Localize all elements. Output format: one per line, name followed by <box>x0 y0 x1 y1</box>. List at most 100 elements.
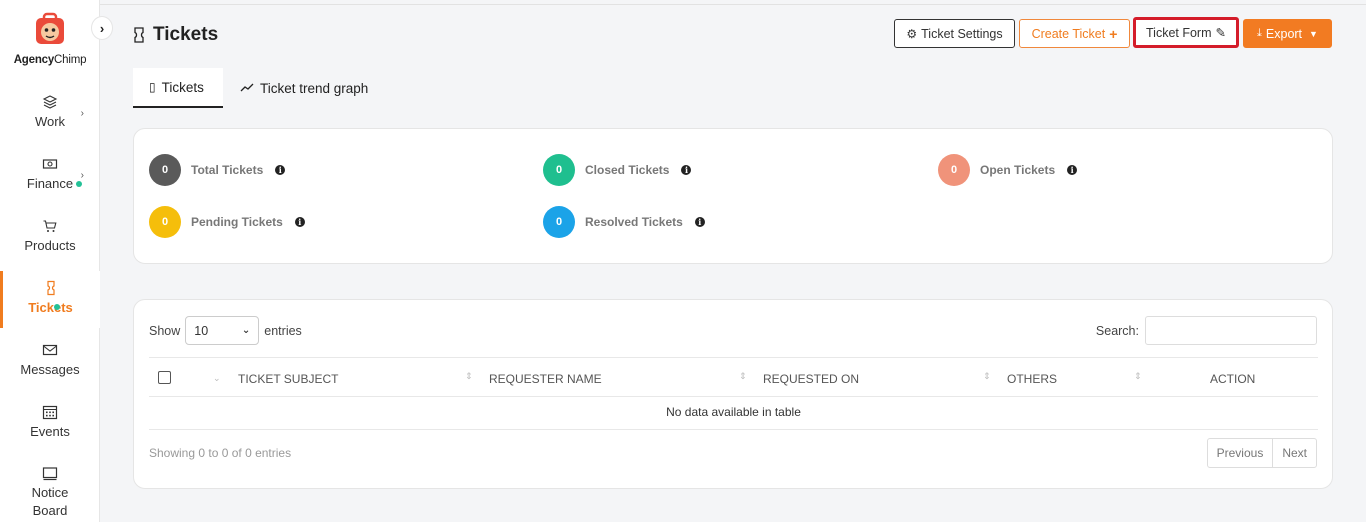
sidebar-item-label: Work <box>34 114 66 129</box>
ticket-stats-card: 0 Total Tickets i 0 Closed Tickets i 0 Ope… <box>133 128 1333 264</box>
stat-open-tickets: 0 Open Tickets i <box>938 154 1078 186</box>
chevron-down-icon: ⌄ <box>241 325 251 336</box>
chimp-logo-icon <box>36 12 64 44</box>
notification-dot <box>76 181 82 187</box>
stat-count: 0 <box>938 154 970 186</box>
show-label: Show <box>149 323 181 338</box>
table-header: ⌄ TICKET SUBJECT ⇕ REQUESTER NAME ⇕ REQU… <box>149 357 1318 397</box>
brand-name: AgencyChimp <box>13 54 87 66</box>
stat-total-tickets: 0 Total Tickets i <box>149 154 286 186</box>
cash-icon <box>42 159 58 169</box>
ticket-settings-button[interactable]: ⚙ Ticket Settings <box>894 19 1015 48</box>
page-title-text: Tickets <box>153 24 219 45</box>
info-icon[interactable]: i <box>275 165 286 175</box>
tab-tickets[interactable]: ▯ Tickets <box>133 68 223 108</box>
stat-count: 0 <box>149 206 181 238</box>
search-control: Search: <box>1096 316 1317 345</box>
column-requested-on[interactable]: REQUESTED ON <box>763 372 859 386</box>
next-button[interactable]: Next <box>1272 439 1316 467</box>
monitor-icon <box>42 467 58 481</box>
stat-count: 0 <box>149 154 181 186</box>
sort-icon[interactable]: ⇕ <box>465 371 473 382</box>
tab-label: Tickets <box>161 79 204 95</box>
notification-dot <box>54 304 60 310</box>
stat-label: Pending Tickets <box>191 215 283 229</box>
stat-label: Total Tickets <box>191 163 264 177</box>
search-label: Search: <box>1095 323 1139 338</box>
stat-label: Open Tickets <box>980 163 1056 177</box>
page-length-control: Show 10 ⌄ entries <box>149 316 302 345</box>
calendar-icon <box>42 405 58 420</box>
sidebar-item-messages[interactable]: Messages <box>0 342 100 404</box>
stat-label: Resolved Tickets <box>585 215 683 229</box>
sort-icon[interactable]: ⇕ <box>1134 371 1142 382</box>
caret-down-icon: ▼ <box>1309 28 1318 39</box>
chevron-right-icon: › <box>99 20 105 36</box>
column-ticket-subject[interactable]: TICKET SUBJECT <box>238 372 338 386</box>
chevron-right-icon: › <box>80 170 84 181</box>
button-label: Ticket Settings <box>921 26 1003 41</box>
stat-count: 0 <box>543 206 575 238</box>
create-ticket-button[interactable]: Create Ticket + <box>1019 19 1130 48</box>
sidebar-item-label: Events <box>30 424 70 439</box>
ticket-icon <box>134 27 144 43</box>
sort-icon[interactable]: ⇕ <box>983 371 991 382</box>
gear-icon: ⚙ <box>906 26 918 41</box>
search-input[interactable] <box>1145 316 1317 345</box>
info-icon[interactable]: i <box>1067 165 1078 175</box>
pencil-icon: ✎ <box>1215 26 1226 40</box>
sidebar-item-label: Notice Board <box>31 485 69 518</box>
export-button[interactable]: ⤓ Export ▼ <box>1243 19 1332 48</box>
empty-table-message: No data available in table <box>149 397 1318 430</box>
sidebar-item-events[interactable]: Events <box>0 404 100 466</box>
column-others[interactable]: OTHERS <box>1007 372 1057 386</box>
chevron-right-icon: › <box>80 108 84 119</box>
button-label: Create Ticket <box>1031 26 1106 41</box>
sort-icon[interactable]: ⇕ <box>739 371 747 382</box>
sidebar-item-label: Finance <box>26 176 74 191</box>
info-icon[interactable]: i <box>681 165 692 175</box>
stat-closed-tickets: 0 Closed Tickets i <box>543 154 692 186</box>
sidebar-item-label: Products <box>24 238 76 253</box>
logo[interactable]: AgencyChimp <box>0 12 100 66</box>
stat-count: 0 <box>543 154 575 186</box>
select-all-checkbox[interactable] <box>158 371 171 384</box>
info-icon[interactable]: i <box>294 217 305 227</box>
tab-ticket-trend-graph[interactable]: Ticket trend graph <box>224 68 384 108</box>
sidebar-toggle-button[interactable]: › <box>91 16 113 40</box>
layers-icon <box>42 95 58 109</box>
column-requester-name[interactable]: REQUESTER NAME <box>489 372 602 386</box>
stat-pending-tickets: 0 Pending Tickets i <box>149 206 305 238</box>
column-action: ACTION <box>1210 372 1256 386</box>
button-label: Ticket Form <box>1146 25 1212 40</box>
top-divider <box>100 4 1366 5</box>
entries-label: entries <box>264 323 302 338</box>
download-icon: ⤓ <box>1257 27 1262 39</box>
sidebar-item-tickets[interactable]: Tickets <box>0 271 100 328</box>
ticket-form-button[interactable]: Ticket Form ✎ <box>1133 17 1239 48</box>
sidebar-item-work[interactable]: Work › <box>0 94 100 156</box>
button-label: Export <box>1265 26 1303 41</box>
ticket-icon: ▯ <box>149 80 156 94</box>
sidebar-item-notice-board[interactable]: Notice Board <box>0 466 100 522</box>
trend-line-icon <box>240 83 254 92</box>
envelope-icon <box>42 344 58 356</box>
tickets-table-card: Show 10 ⌄ entries Search: ⌄ TICKET SUBJE… <box>133 299 1333 489</box>
sidebar-item-label: Messages <box>20 362 80 377</box>
info-icon[interactable]: i <box>694 217 705 227</box>
page-title: Tickets <box>133 24 218 46</box>
sidebar-item-label: Tickets <box>28 300 73 315</box>
sort-desc-icon[interactable]: ⌄ <box>213 373 221 384</box>
pagination: Previous Next <box>1206 438 1317 468</box>
page-size-select[interactable]: 10 ⌄ <box>185 316 260 345</box>
stat-resolved-tickets: 0 Resolved Tickets i <box>543 206 705 238</box>
plus-icon: + <box>1109 25 1118 42</box>
ticket-icon <box>46 280 55 296</box>
sidebar: AgencyChimp Work › Finance › Products Ti… <box>0 0 100 522</box>
previous-button[interactable]: Previous <box>1208 439 1273 467</box>
sidebar-item-finance[interactable]: Finance › <box>0 156 100 218</box>
table-info: Showing 0 to 0 of 0 entries <box>149 446 292 460</box>
stat-label: Closed Tickets <box>585 163 670 177</box>
page-size-value: 10 <box>194 323 209 338</box>
tab-label: Ticket trend graph <box>260 80 369 96</box>
